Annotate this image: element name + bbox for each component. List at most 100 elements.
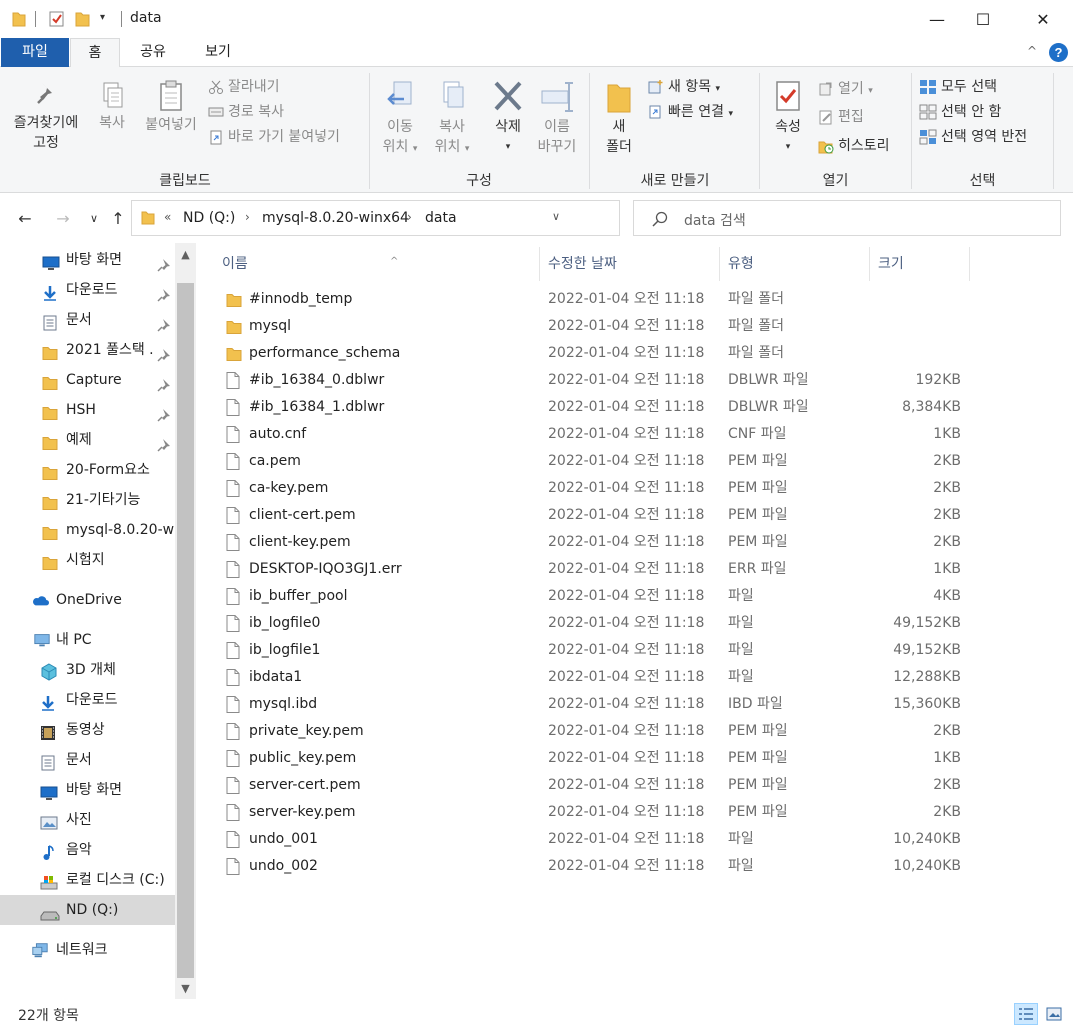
sidebar-item-this-pc[interactable]: 내 PC (0, 625, 175, 655)
details-view-button[interactable] (1014, 1003, 1038, 1025)
close-button[interactable]: ✕ (1020, 0, 1066, 38)
file-row[interactable]: ca.pem 2022-01-04 오전 11:18 PEM 파일 2KB (218, 448, 978, 475)
sidebar-item[interactable]: 20-Form요소 (0, 455, 175, 485)
breadcrumb-data[interactable]: data (425, 210, 457, 226)
properties-button[interactable]: 속성 ▾ (764, 79, 812, 157)
collapse-ribbon-icon[interactable]: ^ (1027, 44, 1037, 58)
pin-to-quick-access-button[interactable]: 즐겨찾기에 고정 (6, 79, 86, 153)
file-row[interactable]: mysql 2022-01-04 오전 11:18 파일 폴더 (218, 313, 978, 340)
column-header-name[interactable]: 이름 ^ (214, 247, 540, 281)
select-all-button[interactable]: 모두 선택 (919, 75, 997, 99)
new-folder-button[interactable]: 새 폴더 (595, 79, 643, 157)
properties-checkmark-icon[interactable] (48, 10, 66, 28)
scroll-thumb[interactable] (177, 283, 194, 978)
file-row[interactable]: DESKTOP-IQO3GJ1.err 2022-01-04 오전 11:18 ER… (218, 556, 978, 583)
sidebar-item[interactable]: 다운로드 (0, 685, 175, 715)
delete-button[interactable]: 삭제 ▾ (484, 79, 532, 157)
file-row[interactable]: public_key.pem 2022-01-04 오전 11:18 PEM 파일 1… (218, 745, 978, 772)
new-folder-icon[interactable] (75, 10, 91, 28)
invert-selection-button[interactable]: 선택 영역 반전 (919, 125, 1027, 149)
cut-button[interactable]: 잘라내기 (208, 75, 280, 99)
scroll-up-icon[interactable]: ▲ (175, 245, 196, 265)
sidebar-item-onedrive[interactable]: OneDrive (0, 585, 175, 615)
help-icon[interactable]: ? (1048, 42, 1069, 63)
file-row[interactable]: ibdata1 2022-01-04 오전 11:18 파일 12,288KB (218, 664, 978, 691)
rename-button[interactable]: 이름 바꾸기 (532, 79, 582, 157)
column-header-type[interactable]: 유형 (720, 247, 870, 281)
file-row[interactable]: client-key.pem 2022-01-04 오전 11:18 PEM 파일 2… (218, 529, 978, 556)
sidebar-item[interactable]: 다운로드 (0, 275, 175, 305)
new-item-button[interactable]: 새 항목 ▾ (648, 75, 720, 99)
breadcrumb-separator-icon[interactable]: › (245, 210, 250, 224)
forward-arrow-icon[interactable]: → (52, 207, 74, 229)
address-dropdown-icon[interactable]: ∨ (552, 210, 560, 223)
sidebar-item[interactable]: ND (Q:) (0, 895, 175, 925)
file-row[interactable]: client-cert.pem 2022-01-04 오전 11:18 PEM 파일… (218, 502, 978, 529)
sidebar-item[interactable]: 로컬 디스크 (C:) (0, 865, 175, 895)
tab-view[interactable]: 보기 (192, 38, 244, 67)
overflow-chevron-icon[interactable]: « (164, 210, 171, 224)
pin-icon[interactable] (157, 373, 171, 395)
pin-icon[interactable] (157, 283, 171, 305)
file-row[interactable]: ca-key.pem 2022-01-04 오전 11:18 PEM 파일 2KB (218, 475, 978, 502)
file-row[interactable]: performance_schema 2022-01-04 오전 11:18 파일 … (218, 340, 978, 367)
sidebar-item[interactable]: mysql-8.0.20-win (0, 515, 175, 545)
column-header-size[interactable]: 크기 (870, 247, 970, 281)
file-row[interactable]: private_key.pem 2022-01-04 오전 11:18 PEM 파일… (218, 718, 978, 745)
scroll-down-icon[interactable]: ▼ (175, 979, 196, 999)
copy-path-button[interactable]: 경로 복사 (208, 100, 284, 124)
search-box[interactable]: data 검색 (633, 200, 1061, 236)
select-none-button[interactable]: 선택 안 함 (919, 100, 1001, 124)
pin-icon[interactable] (157, 313, 171, 335)
pin-icon[interactable] (157, 343, 171, 365)
pin-icon[interactable] (157, 433, 171, 455)
history-button[interactable]: 히스토리 (818, 134, 890, 158)
file-row[interactable]: #ib_16384_1.dblwr 2022-01-04 오전 11:18 DBLW… (218, 394, 978, 421)
sidebar-item[interactable]: 시험지 (0, 545, 175, 575)
file-row[interactable]: ib_logfile1 2022-01-04 오전 11:18 파일 49,152KB (218, 637, 978, 664)
minimize-button[interactable]: — (914, 0, 960, 38)
sidebar-item[interactable]: 음악 (0, 835, 175, 865)
sidebar-item[interactable]: 예제 (0, 425, 175, 455)
tab-home[interactable]: 홈 (70, 38, 120, 68)
move-to-button[interactable]: 이동 위치 ▾ (374, 79, 426, 159)
sidebar-scrollbar[interactable]: ▲ ▼ (175, 243, 196, 999)
file-row[interactable]: auto.cnf 2022-01-04 오전 11:18 CNF 파일 1KB (218, 421, 978, 448)
quick-access-customize-icon[interactable]: ▾ (100, 12, 105, 30)
sidebar-item[interactable]: 2021 풀스택 . (0, 335, 175, 365)
maximize-button[interactable]: ☐ (960, 0, 1006, 38)
sidebar-item[interactable]: HSH (0, 395, 175, 425)
paste-shortcut-button[interactable]: 바로 가기 붙여넣기 (208, 125, 340, 149)
sidebar-item[interactable]: 바탕 화면 (0, 245, 175, 275)
copy-button[interactable]: 복사 (90, 79, 134, 133)
sidebar-item[interactable]: 사진 (0, 805, 175, 835)
sidebar-item[interactable]: 문서 (0, 745, 175, 775)
file-row[interactable]: ib_logfile0 2022-01-04 오전 11:18 파일 49,152KB (218, 610, 978, 637)
file-row[interactable]: server-key.pem 2022-01-04 오전 11:18 PEM 파일 2… (218, 799, 978, 826)
breadcrumb-drive[interactable]: ND (Q:) (183, 210, 235, 226)
sidebar-item[interactable]: 동영상 (0, 715, 175, 745)
sidebar-item[interactable]: 3D 개체 (0, 655, 175, 685)
breadcrumb-separator-icon[interactable]: › (407, 210, 412, 224)
tab-share[interactable]: 공유 (128, 38, 178, 67)
address-bar[interactable]: « ND (Q:) › mysql-8.0.20-winx64 › data ∨ (131, 200, 739, 236)
sidebar-item[interactable]: 바탕 화면 (0, 775, 175, 805)
tab-file[interactable]: 파일 (1, 38, 69, 67)
pin-icon[interactable] (157, 253, 171, 275)
back-arrow-icon[interactable]: ← (14, 207, 36, 229)
copy-to-button[interactable]: 복사 위치 ▾ (426, 79, 478, 159)
paste-button[interactable]: 붙여넣기 (139, 79, 203, 135)
sidebar-item[interactable]: 문서 (0, 305, 175, 335)
easy-access-button[interactable]: 빠른 연결 ▾ (648, 100, 733, 124)
up-arrow-icon[interactable]: ↑ (107, 207, 129, 229)
file-row[interactable]: mysql.ibd 2022-01-04 오전 11:18 IBD 파일 15,360… (218, 691, 978, 718)
recent-locations-chevron-icon[interactable]: ∨ (83, 207, 105, 229)
file-row[interactable]: #innodb_temp 2022-01-04 오전 11:18 파일 폴더 (218, 286, 978, 313)
breadcrumb-mysql[interactable]: mysql-8.0.20-winx64 (262, 210, 409, 226)
column-header-date[interactable]: 수정한 날짜 (540, 247, 720, 281)
file-row[interactable]: server-cert.pem 2022-01-04 오전 11:18 PEM 파일… (218, 772, 978, 799)
file-row[interactable]: #ib_16384_0.dblwr 2022-01-04 오전 11:18 DBLW… (218, 367, 978, 394)
sidebar-item[interactable]: Capture (0, 365, 175, 395)
sidebar-item-network[interactable]: 네트워크 (0, 935, 175, 965)
file-row[interactable]: undo_002 2022-01-04 오전 11:18 파일 10,240KB (218, 853, 978, 880)
